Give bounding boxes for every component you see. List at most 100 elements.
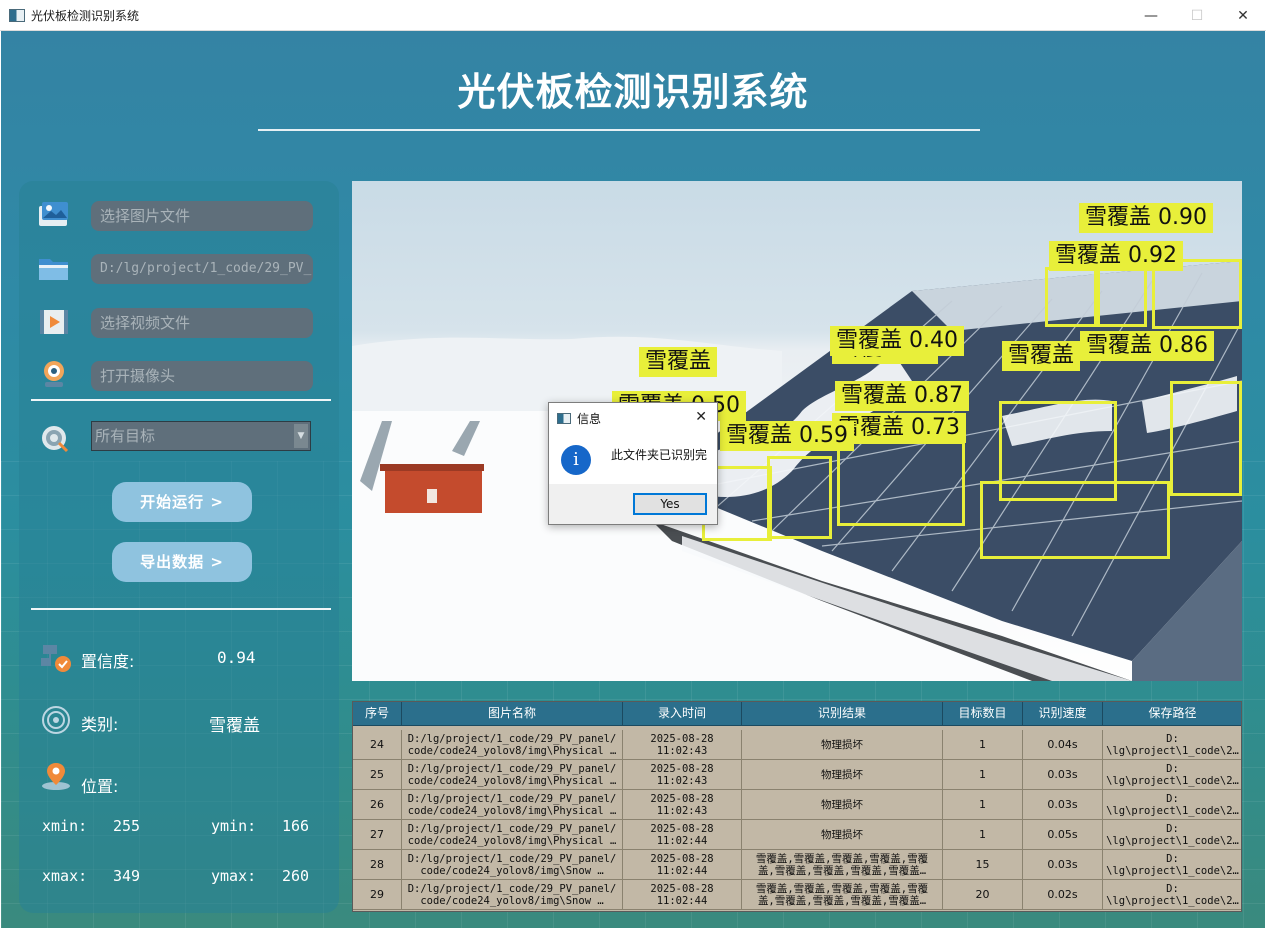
table-cell[interactable]: 20 (943, 880, 1023, 910)
table-cell[interactable]: 雪覆盖,雪覆盖,雪覆盖,雪覆盖,雪覆 盖,雪覆盖,雪覆盖,雪覆盖,雪覆盖… (742, 850, 943, 880)
table-cell[interactable]: 0.04s (1023, 730, 1103, 760)
table-cell[interactable]: D:/lg/project/1_code/29_PV_panel/ code/c… (402, 880, 623, 910)
video-file-input[interactable]: 选择视频文件 (91, 308, 313, 338)
table-cell-text: 1 (979, 798, 986, 811)
table-cell[interactable]: 2025-08-28 11:02:44 (623, 880, 742, 910)
image-file-input[interactable]: 选择图片文件 (91, 201, 313, 231)
table-cell[interactable]: 物理损坏 (742, 790, 943, 820)
table-cell[interactable]: 1 (943, 820, 1023, 850)
camera-input[interactable]: 打开摄像头 (91, 361, 313, 391)
export-data-button[interactable]: 导出数据 > (112, 542, 252, 582)
table-cell-text: D: \lg\project\1_code\2… (1106, 763, 1239, 787)
table-cell-text: 26 (370, 798, 384, 811)
table-row[interactable]: 29 D:/lg/project/1_code/29_PV_panel/ code… (353, 880, 1241, 910)
table-cell-text: 20 (975, 888, 990, 901)
table-cell[interactable]: 0.02s (1023, 880, 1103, 910)
table-cell[interactable]: 0.03s (1023, 790, 1103, 820)
table-cell[interactable]: D: \lg\project\1_code\2… (1103, 850, 1241, 880)
table-row[interactable]: 26 D:/lg/project/1_code/29_PV_panel/ code… (353, 790, 1241, 820)
target-icon (42, 426, 69, 453)
column-header[interactable]: 录入时间 (623, 702, 742, 726)
folder-path-input[interactable]: D:/lg/project/1_code/29_PV_ (91, 254, 313, 284)
image-file-icon[interactable] (37, 200, 71, 230)
table-cell[interactable]: 0.05s (1023, 820, 1103, 850)
video-file-icon[interactable] (37, 307, 71, 337)
table-cell-text: 0.03s (1047, 768, 1078, 781)
table-cell[interactable]: 0.03s (1023, 850, 1103, 880)
table-cell[interactable]: 物理损坏 (742, 760, 943, 790)
yes-button[interactable]: Yes (633, 493, 707, 515)
table-cell[interactable]: D: \lg\project\1_code\2… (1103, 790, 1241, 820)
minimize-button[interactable]: — (1128, 0, 1174, 31)
table-cell-text: 物理损坏 (821, 829, 863, 841)
close-button[interactable]: ✕ (1220, 0, 1266, 31)
table-cell[interactable]: 1 (943, 790, 1023, 820)
column-header[interactable]: 识别结果 (742, 702, 943, 726)
table-cell-text: 雪覆盖,雪覆盖,雪覆盖,雪覆盖,雪覆 盖,雪覆盖,雪覆盖,雪覆盖,雪覆盖… (755, 853, 929, 877)
column-header[interactable]: 序号 (353, 702, 402, 726)
info-dialog: 信息 ✕ i 此文件夹已识别完 Yes (548, 402, 718, 525)
dialog-close-button[interactable]: ✕ (695, 409, 707, 425)
table-cell[interactable]: 物理损坏 (742, 820, 943, 850)
table-cell[interactable]: 25 (353, 760, 402, 790)
table-cell-text: D: \lg\project\1_code\2… (1106, 793, 1239, 817)
table-cell[interactable]: 1 (943, 760, 1023, 790)
table-cell[interactable]: D: \lg\project\1_code\2… (1103, 760, 1241, 790)
table-cell[interactable]: D: \lg\project\1_code\2… (1103, 820, 1241, 850)
table-cell[interactable]: 物理损坏 (742, 730, 943, 760)
camera-icon[interactable] (37, 359, 71, 389)
table-cell[interactable]: 2025-08-28 11:02:44 (623, 820, 742, 850)
table-cell-text: D:/lg/project/1_code/29_PV_panel/ code/c… (407, 853, 617, 877)
table-row[interactable]: 25 D:/lg/project/1_code/29_PV_panel/ code… (353, 760, 1241, 790)
detection-label: 雪覆盖 (639, 347, 718, 377)
table-cell[interactable]: D:/lg/project/1_code/29_PV_panel/ code/c… (402, 760, 623, 790)
table-cell[interactable]: 24 (353, 730, 402, 760)
dialog-title: 信息 (577, 411, 602, 426)
table-cell[interactable]: 1 (943, 730, 1023, 760)
chevron-down-icon[interactable]: ▼ (294, 424, 308, 448)
title-divider (258, 129, 980, 131)
start-button[interactable]: 开始运行 > (112, 482, 252, 522)
table-cell[interactable]: D:/lg/project/1_code/29_PV_panel/ code/c… (402, 850, 623, 880)
table-cell-text: D: \lg\project\1_code\2… (1106, 853, 1239, 877)
column-header[interactable]: 保存路径 (1103, 702, 1241, 726)
table-cell[interactable]: D:/lg/project/1_code/29_PV_panel/ code/c… (402, 730, 623, 760)
app-icon (557, 412, 571, 424)
table-cell[interactable]: 2025-08-28 11:02:43 (623, 790, 742, 820)
table-cell[interactable]: 15 (943, 850, 1023, 880)
table-cell[interactable]: 29 (353, 880, 402, 910)
table-cell[interactable]: 27 (353, 820, 402, 850)
table-row[interactable]: 27 D:/lg/project/1_code/29_PV_panel/ code… (353, 820, 1241, 850)
table-cell-text: 2025-08-28 11:02:44 (650, 883, 714, 907)
table-row[interactable]: 28 D:/lg/project/1_code/29_PV_panel/ code… (353, 850, 1241, 880)
detection-label: 雪覆盖 0.87 (835, 381, 969, 411)
table-cell[interactable]: D:/lg/project/1_code/29_PV_panel/ code/c… (402, 820, 623, 850)
column-header[interactable]: 识别速度 (1023, 702, 1103, 726)
maximize-button[interactable]: ☐ (1174, 0, 1220, 31)
table-cell[interactable]: 26 (353, 790, 402, 820)
table-cell-text: 2025-08-28 11:02:43 (650, 793, 714, 817)
table-cell[interactable]: 2025-08-28 11:02:44 (623, 850, 742, 880)
table-cell[interactable]: D:/lg/project/1_code/29_PV_panel/ code/c… (402, 790, 623, 820)
table-cell[interactable]: 雪覆盖,雪覆盖,雪覆盖,雪覆盖,雪覆 盖,雪覆盖,雪覆盖,雪覆盖,雪覆盖… (742, 880, 943, 910)
table-cell[interactable]: 2025-08-28 11:02:43 (623, 730, 742, 760)
table-cell[interactable]: 0.03s (1023, 760, 1103, 790)
table-cell-text: D:/lg/project/1_code/29_PV_panel/ code/c… (407, 793, 617, 817)
table-cell[interactable]: 2025-08-28 11:02:43 (623, 760, 742, 790)
column-header[interactable]: 目标数目 (943, 702, 1023, 726)
table-cell[interactable]: 28 (353, 850, 402, 880)
table-cell-text: 28 (370, 858, 384, 871)
folder-icon[interactable] (37, 253, 71, 283)
target-select[interactable]: 所有目标 ▼ (91, 421, 311, 451)
table-row[interactable]: 24 D:/lg/project/1_code/29_PV_panel/ code… (353, 730, 1241, 760)
class-value: 雪覆盖 (209, 716, 260, 736)
table-cell-text: 0.05s (1047, 828, 1078, 841)
column-header[interactable]: 图片名称 (402, 702, 623, 726)
table-cell-text: 2025-08-28 11:02:43 (650, 763, 714, 787)
detection-label: 雪覆盖 0.59 (720, 421, 854, 451)
table-cell-text: 0.02s (1047, 888, 1078, 901)
results-table[interactable]: 序号 图片名称 录入时间 识别结果 目标数目 识别速度 保存路径 24 D:/lg… (352, 701, 1242, 912)
detection-box (1045, 267, 1097, 327)
table-cell[interactable]: D: \lg\project\1_code\2… (1103, 730, 1241, 760)
table-cell[interactable]: D: \lg\project\1_code\2… (1103, 880, 1241, 910)
